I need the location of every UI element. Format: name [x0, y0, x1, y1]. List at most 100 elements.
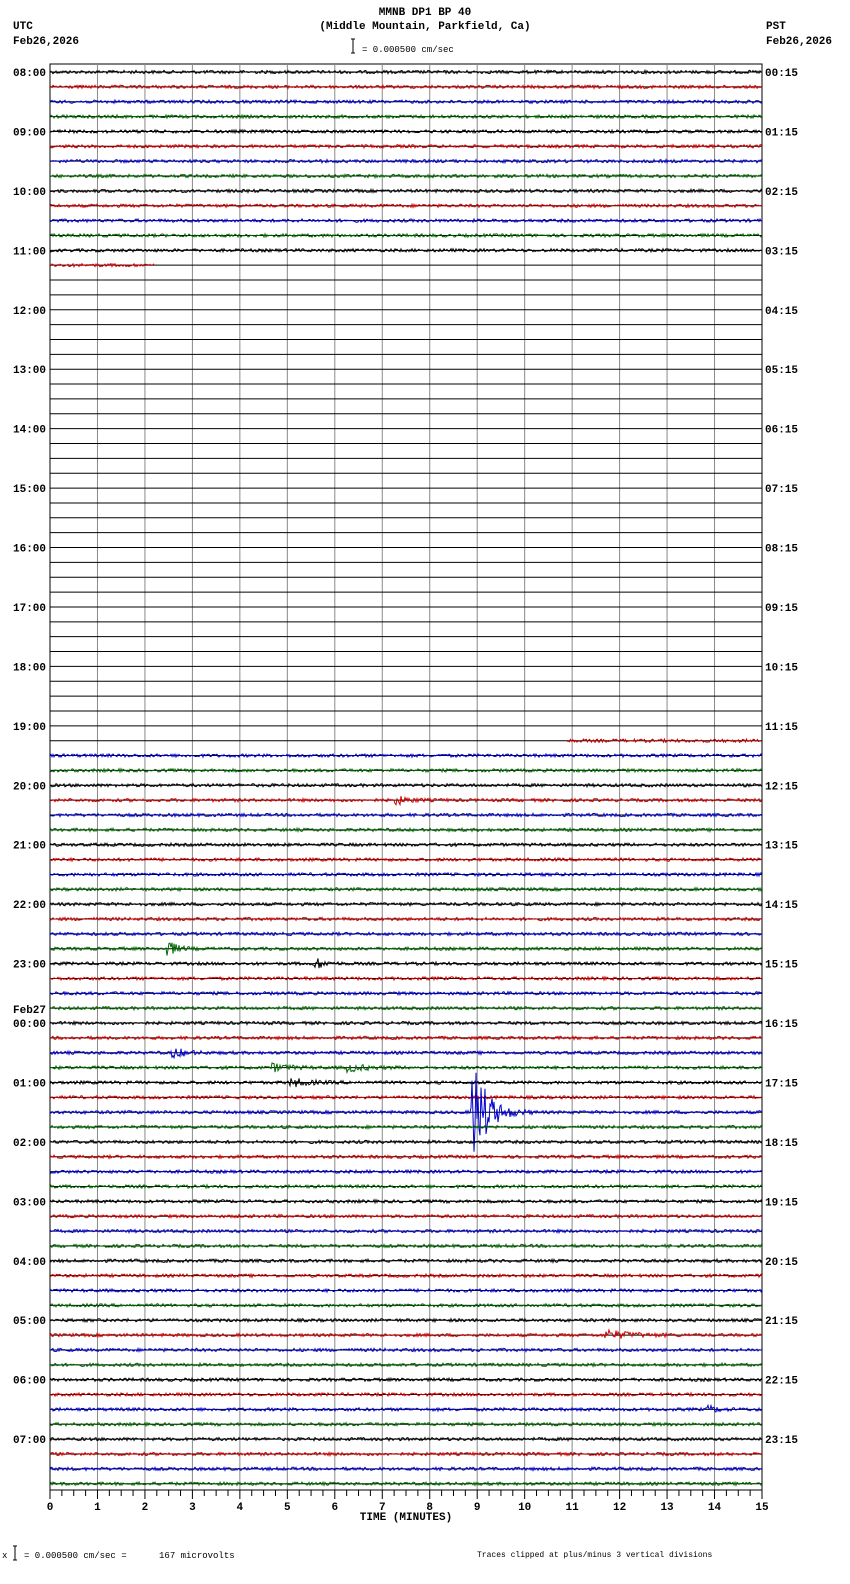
x-tick-label: 6	[331, 1502, 338, 1514]
seismic-trace-row-50	[49, 812, 763, 819]
x-tick-label: 9	[474, 1502, 481, 1514]
pst-time-label: 12:15	[765, 781, 798, 793]
utc-hour-label: 04:00	[13, 1257, 46, 1269]
pst-time-label: 05:15	[765, 365, 798, 377]
station-location: (Middle Mountain, Parkfield, Ca)	[319, 21, 530, 33]
helicorder-plot: MMNB DP1 BP 40 (Middle Mountain, Parkfie…	[2, 7, 832, 1561]
x-tick-label: 11	[566, 1502, 580, 1514]
utc-hour-label: 13:00	[13, 365, 46, 377]
x-tick-label: 1	[94, 1502, 101, 1514]
utc-hour-label: 14:00	[13, 425, 46, 437]
footer-scale-bar-icon	[13, 1545, 17, 1561]
seismic-trace-row-70	[49, 1072, 762, 1152]
pst-time-label: 04:15	[765, 306, 798, 318]
utc-hour-label: 07:00	[13, 1435, 46, 1447]
right-timezone: PST	[766, 21, 786, 33]
x-tick-label: 10	[518, 1502, 531, 1514]
footer-mark: x	[2, 1551, 7, 1561]
utc-hour-label: 02:00	[13, 1138, 46, 1150]
utc-hour-label: 19:00	[13, 722, 46, 734]
pst-time-label: 10:15	[765, 662, 798, 674]
pst-time-label: 02:15	[765, 187, 798, 199]
utc-hour-label: 06:00	[13, 1376, 46, 1388]
date-change-label: Feb27	[13, 1005, 46, 1017]
pst-time-label: 18:15	[765, 1138, 798, 1150]
pst-time-label: 08:15	[765, 544, 798, 556]
seismic-trace-row-52	[49, 841, 763, 848]
seismic-trace-row-93	[49, 1450, 763, 1458]
scale-bar-icon	[351, 38, 355, 54]
seismic-trace-row-56	[49, 901, 763, 908]
time-labels: 08:00 09:00 10:00 11:00 12:00 13:00 14:00 15:00…	[13, 68, 798, 1447]
x-tick-label: 2	[142, 1502, 149, 1514]
utc-hour-label: 05:00	[13, 1316, 46, 1328]
seismic-trace-row-9	[49, 202, 763, 209]
utc-hour-label: 01:00	[13, 1078, 46, 1090]
pst-time-label: 16:15	[765, 1019, 798, 1031]
left-date: Feb26,2026	[13, 36, 79, 48]
pst-time-label: 00:15	[765, 68, 798, 80]
seismic-trace-row-57	[49, 915, 763, 922]
pst-time-label: 09:15	[765, 603, 798, 615]
utc-hour-label: 16:00	[13, 544, 46, 556]
utc-hour-label: 10:00	[13, 187, 46, 199]
footer-scale-text: = 0.000500 cm/sec = 167 microvolts	[24, 1551, 235, 1561]
x-tick-label: 12	[613, 1502, 626, 1514]
utc-hour-label: 11:00	[13, 246, 46, 258]
seismic-trace-row-4	[49, 128, 763, 135]
utc-hour-label: 03:00	[13, 1197, 46, 1209]
seismic-trace-row-73	[49, 1153, 763, 1160]
seismic-trace-row-88	[49, 1376, 763, 1383]
x-tick-label: 14	[708, 1502, 722, 1514]
pst-time-label: 07:15	[765, 484, 798, 496]
seismic-trace-row-89	[49, 1391, 763, 1398]
utc-hour-label: 22:00	[13, 900, 46, 912]
left-timezone: UTC	[13, 21, 33, 33]
utc-hour-label: 08:00	[13, 68, 46, 80]
utc-hour-label: 15:00	[13, 484, 46, 496]
utc-hour-label: 18:00	[13, 662, 46, 674]
utc-hour-label: 12:00	[13, 306, 46, 318]
right-date: Feb26,2026	[766, 36, 832, 48]
clip-note: Traces clipped at plus/minus 3 vertical …	[477, 1551, 712, 1560]
utc-hour-label: 09:00	[13, 127, 46, 139]
x-tick-label: 0	[47, 1502, 54, 1514]
station-title: MMNB DP1 BP 40	[379, 7, 471, 19]
x-tick-label: 13	[660, 1502, 674, 1514]
x-tick-label: 3	[189, 1502, 196, 1514]
pst-time-label: 17:15	[765, 1078, 798, 1090]
seismic-trace-row-11	[49, 232, 763, 239]
x-axis-label: TIME (MINUTES)	[360, 1512, 452, 1524]
seismic-trace-row-85	[49, 1328, 763, 1339]
pst-time-label: 21:15	[765, 1316, 798, 1328]
utc-hour-label: 20:00	[13, 781, 46, 793]
x-tick-label: 15	[755, 1502, 769, 1514]
scale-text: = 0.000500 cm/sec	[362, 45, 454, 55]
pst-time-label: 14:15	[765, 900, 798, 912]
pst-time-label: 06:15	[765, 425, 798, 437]
pst-time-label: 22:15	[765, 1376, 798, 1388]
pst-time-label: 13:15	[765, 841, 798, 853]
pst-time-label: 11:15	[765, 722, 798, 734]
pst-time-label: 23:15	[765, 1435, 798, 1447]
baselines	[50, 71, 762, 1485]
pst-time-label: 20:15	[765, 1257, 798, 1269]
utc-hour-label: 23:00	[13, 960, 46, 972]
utc-hour-label: 21:00	[13, 841, 46, 853]
pst-time-label: 19:15	[765, 1197, 798, 1209]
seismic-trace-row-90	[49, 1403, 763, 1413]
seismic-trace-row-84	[49, 1317, 763, 1324]
traces	[49, 68, 763, 1487]
x-axis: 0 1 2 3 4 5 6 7 8 9 10 11 12 13 14 15	[47, 1489, 769, 1514]
utc-hour-label: 00:00	[13, 1019, 46, 1031]
pst-time-label: 03:15	[765, 246, 798, 258]
seismic-trace-row-6	[49, 158, 763, 165]
seismic-trace-row-53	[49, 856, 763, 863]
x-tick-label: 5	[284, 1502, 291, 1514]
pst-time-label: 15:15	[765, 960, 798, 972]
seismic-trace-row-68	[49, 1078, 763, 1088]
seismic-trace-row-67	[49, 1062, 763, 1075]
seismic-trace-row-83	[49, 1302, 763, 1309]
seismic-trace-row-75	[49, 1183, 763, 1190]
utc-hour-label: 17:00	[13, 603, 46, 615]
